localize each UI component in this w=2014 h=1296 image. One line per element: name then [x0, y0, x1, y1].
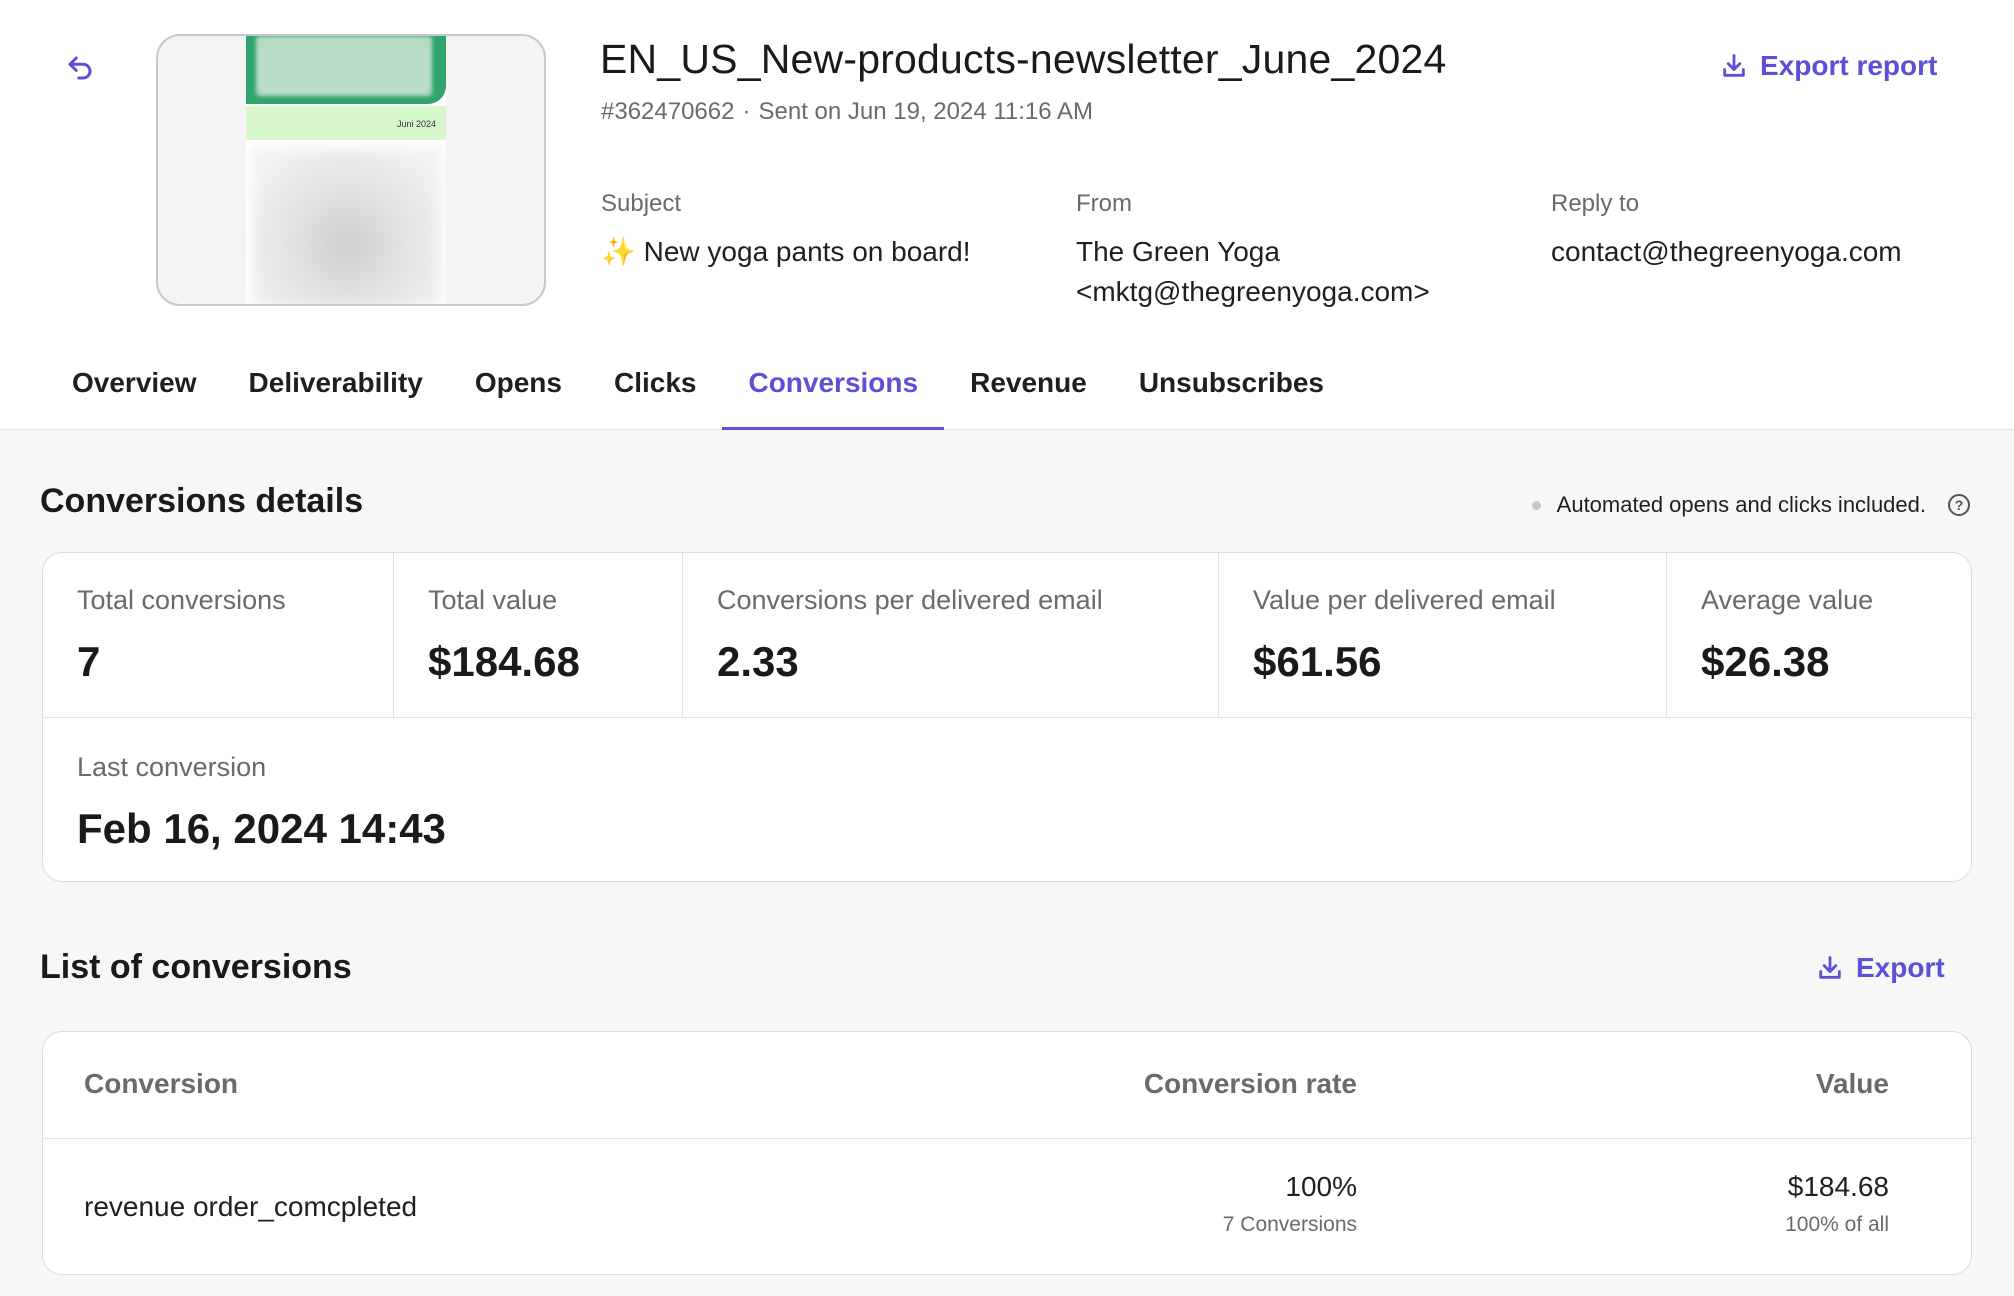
campaign-title: EN_US_New-products-newsletter_June_2024: [600, 36, 1447, 82]
reply-to-value: contact@thegreenyoga.com: [1551, 236, 1902, 267]
last-conversion-label: Last conversion: [77, 752, 267, 782]
list-of-conversions-title: List of conversions: [40, 948, 352, 986]
tab-deliverability[interactable]: Deliverability: [223, 360, 449, 430]
stat-total-value: Total value $184.68: [394, 553, 683, 717]
stat-label: Total conversions: [77, 585, 286, 615]
stat-conversions-per-email: Conversions per delivered email 2.33: [683, 553, 1219, 717]
conversion-rate-cell: 100% 7 Conversions: [1223, 1171, 1357, 1237]
export-button[interactable]: Export: [1816, 952, 1945, 984]
automated-note: Automated opens and clicks included. ?: [1531, 492, 1970, 518]
tab-unsubscribes[interactable]: Unsubscribes: [1113, 360, 1350, 430]
campaign-id: #362470662: [601, 98, 735, 125]
status-dot: [1531, 500, 1541, 510]
conversion-name: revenue order_comcpleted: [84, 1191, 418, 1222]
stat-value: 7: [77, 638, 101, 685]
campaign-meta: #362470662 · Sent on Jun 19, 2024 11:16 AM: [601, 98, 1093, 126]
stats-row: Total conversions 7 Total value $184.68 …: [43, 553, 1971, 718]
stat-value: $26.38: [1701, 638, 1830, 685]
question-circle-icon[interactable]: ?: [1948, 494, 1970, 516]
stat-total-conversions: Total conversions 7: [43, 553, 394, 717]
column-header-value[interactable]: Value: [1816, 1068, 1889, 1100]
report-tabs: Overview Deliverability Opens Clicks Con…: [46, 360, 1350, 430]
tab-overview[interactable]: Overview: [46, 360, 223, 430]
conversion-value-cell: $184.68 100% of all: [1785, 1171, 1889, 1237]
conversions-table: Conversion Conversion rate Value revenue…: [42, 1031, 1972, 1275]
download-icon: [1819, 956, 1841, 979]
stat-label: Average value: [1701, 585, 1874, 615]
automated-note-text: Automated opens and clicks included.: [1556, 492, 1926, 517]
download-icon: [1723, 54, 1745, 77]
conversions-stats-card: Total conversions 7 Total value $184.68 …: [42, 552, 1972, 882]
from-label: From: [1076, 190, 1132, 217]
stat-label: Total value: [428, 585, 558, 615]
stat-average-value: Average value $26.38: [1667, 553, 1971, 717]
subject-label: Subject: [601, 190, 682, 217]
last-conversion-value: Feb 16, 2024 14:43: [77, 805, 446, 852]
table-row[interactable]: revenue order_comcpleted 100% 7 Conversi…: [43, 1139, 1971, 1274]
sent-date: Sent on Jun 19, 2024 11:16 AM: [758, 98, 1093, 125]
from-email: <mktg@thegreenyoga.com>: [1076, 276, 1430, 307]
undo-arrow-icon: [68, 56, 92, 80]
conversion-rate: 100%: [1285, 1171, 1357, 1202]
table-header: Conversion Conversion rate Value: [43, 1032, 1971, 1139]
email-preview-thumbnail[interactable]: Juni 2024: [156, 34, 546, 306]
subject-info: Subject ✨ New yoga pants on board!: [601, 190, 971, 272]
from-info: From The Green Yoga <mktg@thegreenyoga.c…: [1076, 190, 1430, 312]
export-label: Export: [1856, 952, 1945, 983]
last-conversion: Last conversion Feb 16, 2024 14:43: [43, 718, 1971, 881]
stat-value: $61.56: [1253, 638, 1382, 685]
tab-clicks[interactable]: Clicks: [588, 360, 723, 430]
tab-opens[interactable]: Opens: [449, 360, 588, 430]
conversions-details-title: Conversions details: [40, 482, 364, 520]
column-header-conversion[interactable]: Conversion: [84, 1068, 238, 1100]
campaign-header: Juni 2024 EN_US_New-products-newsletter_…: [0, 0, 2014, 430]
from-name: The Green Yoga: [1076, 236, 1280, 267]
column-header-conversion-rate[interactable]: Conversion rate: [1144, 1068, 1357, 1100]
conversion-count: 7 Conversions: [1222, 1213, 1357, 1236]
stat-value-per-email: Value per delivered email $61.56: [1219, 553, 1667, 717]
stat-value: 2.33: [717, 638, 799, 685]
tab-conversions[interactable]: Conversions: [722, 360, 944, 430]
stat-label: Conversions per delivered email: [717, 585, 1103, 615]
tab-revenue[interactable]: Revenue: [944, 360, 1113, 430]
conversion-value-share: 100% of all: [1785, 1213, 1889, 1236]
export-report-label: Export report: [1760, 50, 1938, 81]
subject-value: ✨ New yoga pants on board!: [601, 236, 971, 267]
export-report-button[interactable]: Export report: [1720, 50, 1937, 82]
reply-to-label: Reply to: [1551, 190, 1640, 217]
thumbnail-date: Juni 2024: [396, 119, 436, 129]
stat-value: $184.68: [428, 638, 580, 685]
back-button[interactable]: [60, 48, 100, 88]
conversion-value: $184.68: [1787, 1171, 1889, 1202]
reply-to-info: Reply to contact@thegreenyoga.com: [1551, 190, 1902, 272]
stat-label: Value per delivered email: [1253, 585, 1556, 615]
separator-dot: ·: [742, 98, 751, 125]
